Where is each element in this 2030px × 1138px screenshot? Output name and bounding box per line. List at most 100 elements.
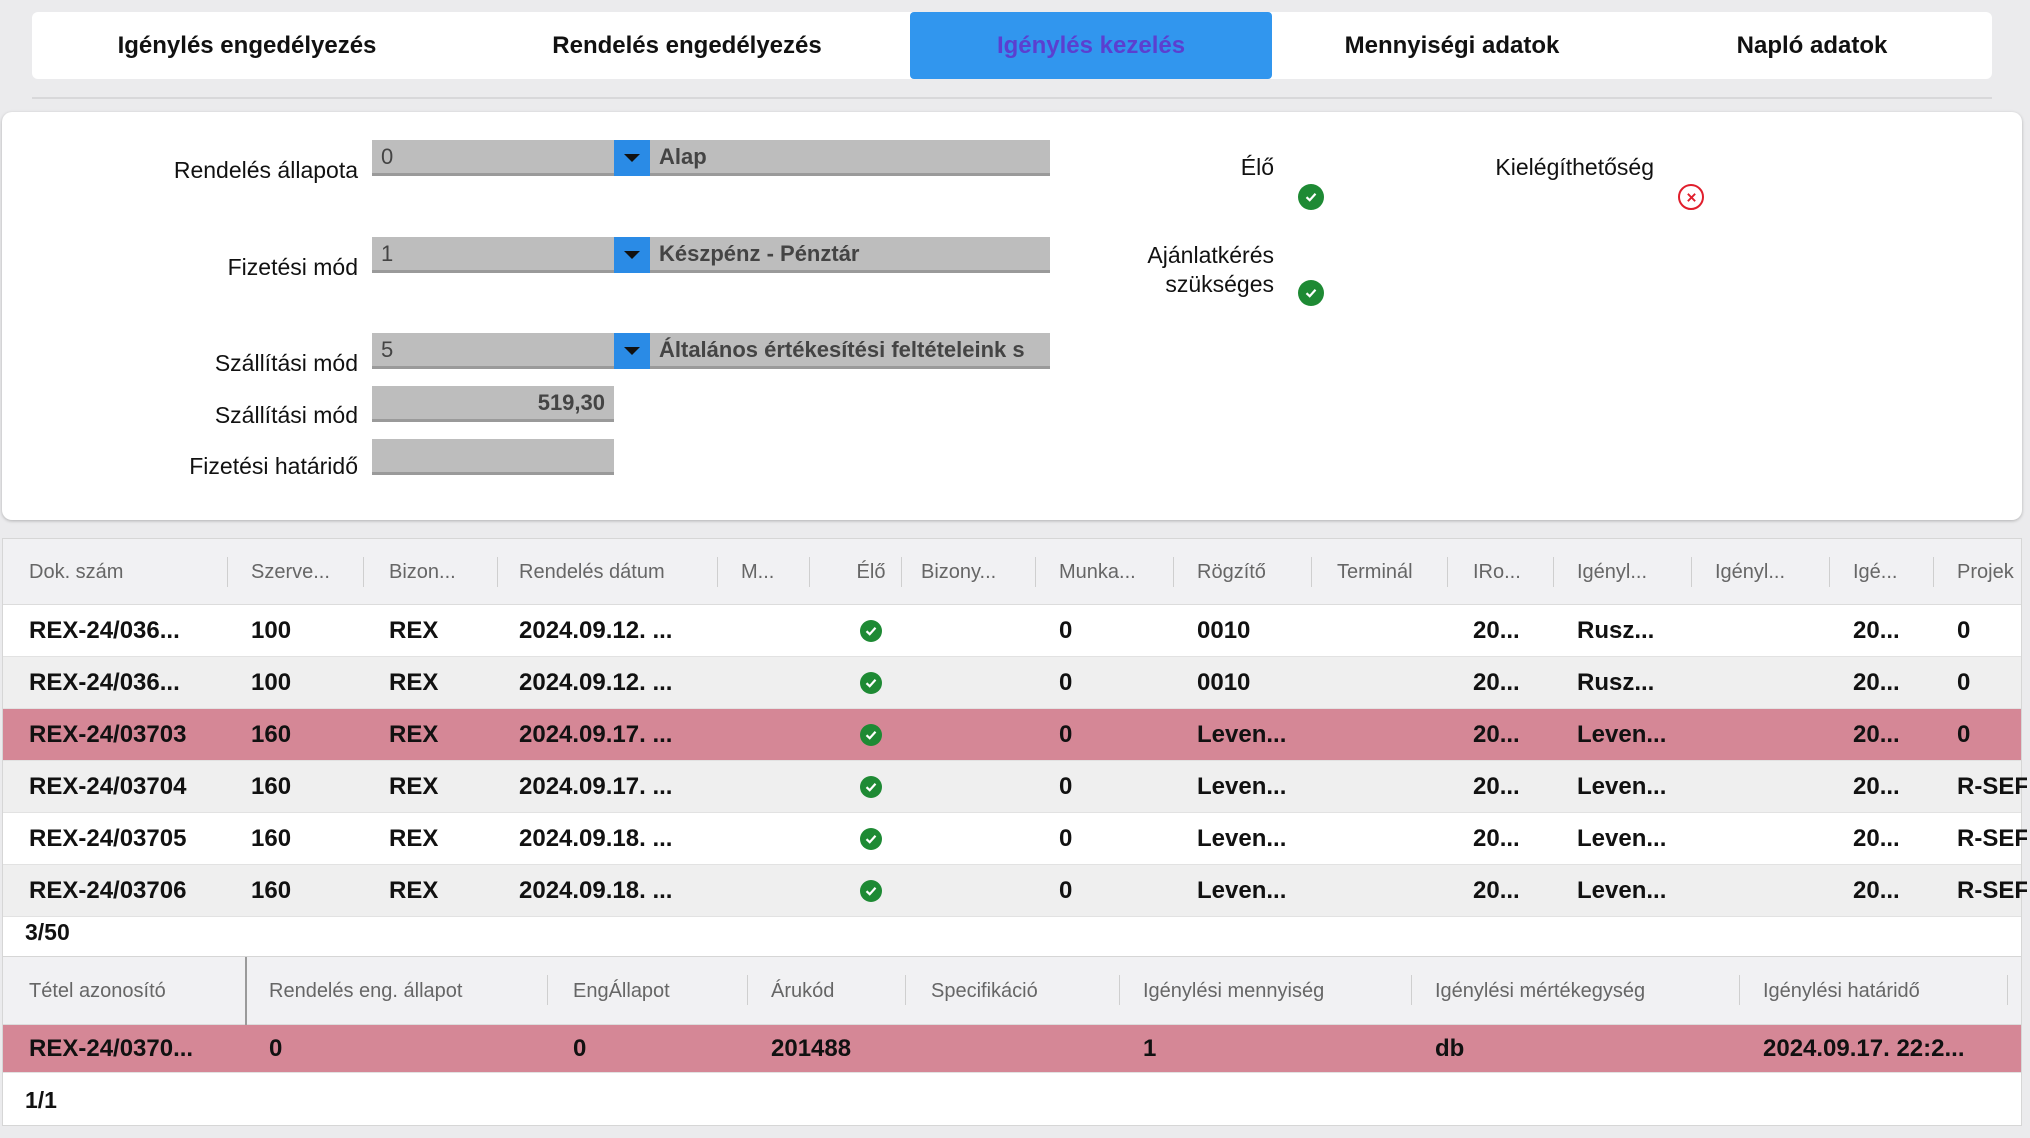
cell-igenyl1: Rusz... <box>1577 669 1655 696</box>
tab-naplo-adatok[interactable]: Napló adatok <box>1632 12 1992 79</box>
satisfiability-x-icon <box>1678 184 1704 210</box>
column-separator[interactable] <box>717 557 718 587</box>
column-separator[interactable] <box>1173 557 1174 587</box>
cell-spec <box>931 1025 1111 1073</box>
column-header[interactable]: Élő <box>831 539 911 605</box>
column-separator[interactable] <box>1035 557 1036 587</box>
table-row[interactable]: REX-24/03703 160 REX 2024.09.17. ... 0 Leven.… <box>3 709 2021 761</box>
column-header[interactable]: Igényl... <box>1577 539 1697 605</box>
chevron-down-icon <box>624 347 640 355</box>
column-separator[interactable] <box>547 975 548 1005</box>
cell-org: 160 <box>251 877 292 904</box>
column-header[interactable]: IRo... <box>1473 539 1553 605</box>
column-header[interactable]: Dok. szám <box>29 539 229 605</box>
orders-table: Dok. szám Szerve... Bizon... Rendelés dátum… <box>2 538 2027 958</box>
column-header[interactable]: M... <box>741 539 801 605</box>
cell-rogzito: Leven... <box>1197 721 1287 748</box>
cell-ige: 20... <box>1853 617 1900 644</box>
column-header[interactable]: Munka... <box>1059 539 1159 605</box>
column-separator[interactable] <box>1739 975 1740 1005</box>
column-header[interactable]: Bizon... <box>389 539 489 605</box>
column-header[interactable]: Terminál <box>1337 539 1457 605</box>
tab-igenyles-kezeles[interactable]: Igénylés kezelés <box>910 12 1272 79</box>
column-header[interactable]: Igé... <box>1853 539 1933 605</box>
cell-munka: 0 <box>1059 617 1073 644</box>
column-header[interactable]: Igénylési mértékegység <box>1435 957 1725 1025</box>
column-separator[interactable] <box>1411 975 1412 1005</box>
column-separator[interactable] <box>2007 975 2008 1005</box>
cell-projekt: 0 <box>1957 617 1971 644</box>
cell-igenyl2 <box>1715 709 1815 761</box>
shipping-mode-dropdown-button[interactable] <box>614 333 650 369</box>
column-header[interactable]: Rendelés dátum <box>519 539 709 605</box>
column-separator[interactable] <box>1691 557 1692 587</box>
cell-doc: REX-24/036... <box>29 669 180 696</box>
cell-m <box>741 865 801 917</box>
column-separator[interactable] <box>747 975 748 1005</box>
check-icon <box>860 880 882 902</box>
cell-projekt: R-SEF <box>1957 877 2027 904</box>
column-header[interactable]: Igényl... <box>1715 539 1815 605</box>
column-header[interactable]: Szerve... <box>251 539 351 605</box>
cell-terminal <box>1337 761 1457 813</box>
column-separator[interactable] <box>901 557 902 587</box>
table-row[interactable]: REX-24/036... 100 REX 2024.09.12. ... 0 0010 2… <box>3 657 2021 709</box>
column-separator[interactable] <box>1119 975 1120 1005</box>
payment-deadline-label: Fizetési határidő <box>189 453 358 479</box>
column-separator[interactable] <box>227 557 228 587</box>
column-separator[interactable] <box>1311 557 1312 587</box>
table-row[interactable]: REX-24/03704 160 REX 2024.09.17. ... 0 Leven.… <box>3 761 2027 813</box>
column-separator[interactable] <box>363 557 364 587</box>
table-row[interactable]: REX-24/03705 160 REX 2024.09.18. ... 0 Leven.… <box>3 813 2027 865</box>
table-row[interactable]: REX-24/036... 100 REX 2024.09.12. ... 0 0010 2… <box>3 605 2021 657</box>
column-separator[interactable] <box>809 557 810 587</box>
cell-m <box>741 657 801 709</box>
table-row[interactable]: REX-24/03706 160 REX 2024.09.18. ... 0 Leven.… <box>3 865 2027 917</box>
cell-menny: 1 <box>1143 1035 1157 1062</box>
cell-ige: 20... <box>1853 877 1900 904</box>
order-status-code-field[interactable]: 0 <box>372 140 614 176</box>
column-header[interactable]: Igénylési mennyiség <box>1143 957 1403 1025</box>
cell-bizony <box>921 761 1041 813</box>
payment-mode-dropdown-button[interactable] <box>614 237 650 273</box>
table-row[interactable]: REX-24/0370... 0 0 201488 1 db 2024.09.17. 22:… <box>3 1025 2021 1073</box>
cell-ige: 20... <box>1853 825 1900 852</box>
cell-date: 2024.09.17. ... <box>519 773 673 800</box>
chevron-down-icon <box>624 154 640 162</box>
cell-ige: 20... <box>1853 773 1900 800</box>
column-separator[interactable] <box>905 975 906 1005</box>
column-header[interactable]: Árukód <box>771 957 931 1025</box>
cell-bizony <box>921 657 1041 709</box>
cell-munka: 0 <box>1059 721 1073 748</box>
cell-ige: 20... <box>1853 721 1900 748</box>
quote-required-label-line1: Ajánlatkérés <box>1147 242 1274 268</box>
tab-rendeles-engedelyezes[interactable]: Rendelés engedélyezés <box>462 12 912 79</box>
column-separator[interactable] <box>1447 557 1448 587</box>
shipping-mode-label: Szállítási mód <box>214 350 358 376</box>
cell-iro: 20... <box>1473 617 1520 644</box>
column-separator[interactable] <box>1933 557 1934 587</box>
payment-deadline-field[interactable] <box>372 439 614 475</box>
column-header[interactable]: Bizony... <box>921 539 1041 605</box>
column-separator[interactable] <box>497 557 498 587</box>
order-status-dropdown-button[interactable] <box>614 140 650 176</box>
cell-m <box>741 761 801 813</box>
column-header[interactable]: Specifikáció <box>931 957 1111 1025</box>
column-header[interactable]: Rendelés eng. állapot <box>269 957 529 1025</box>
column-header[interactable]: Projek <box>1957 539 2027 605</box>
cell-elo <box>831 761 911 813</box>
tab-igenyles-engedelyezes[interactable]: Igénylés engedélyezés <box>32 12 462 79</box>
column-header[interactable]: Igénylési határidő <box>1763 957 2013 1025</box>
tab-mennyisegi-adatok[interactable]: Mennyiségi adatok <box>1272 12 1632 79</box>
column-header[interactable]: Rögzítő <box>1197 539 1317 605</box>
cell-rend_eng: 0 <box>269 1035 283 1062</box>
payment-mode-code-field[interactable]: 1 <box>372 237 614 273</box>
shipping-amount-field[interactable]: 519,30 <box>372 386 614 422</box>
column-header[interactable]: EngÁllapot <box>573 957 743 1025</box>
cell-id: REX-24/0370... <box>29 1035 194 1062</box>
shipping-mode-code-field[interactable]: 5 <box>372 333 614 369</box>
column-header[interactable]: Tétel azonosító <box>29 957 229 1025</box>
check-icon <box>860 672 882 694</box>
column-separator[interactable] <box>1829 557 1830 587</box>
column-separator[interactable] <box>1553 557 1554 587</box>
